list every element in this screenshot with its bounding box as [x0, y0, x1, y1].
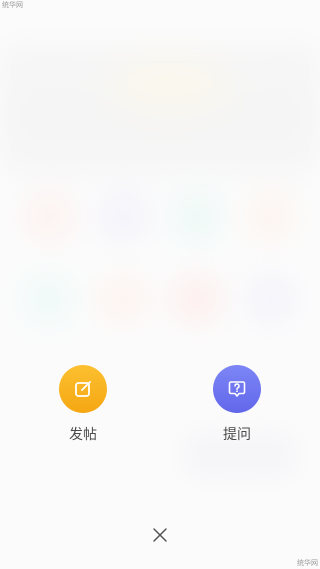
edit-icon [75, 381, 91, 397]
post-icon-circle[interactable] [59, 365, 107, 413]
publish-menu-screen: 统华网 统华网 发帖 提问 [0, 0, 320, 569]
ask-button[interactable]: 提问 [205, 365, 269, 444]
ask-icon-circle[interactable] [213, 365, 261, 413]
close-button[interactable] [148, 523, 172, 547]
watermark-bottom: 统华网 [297, 559, 318, 567]
post-button[interactable]: 发帖 [51, 365, 115, 444]
post-label: 发帖 [69, 427, 97, 443]
watermark-top: 统华网 [2, 1, 23, 9]
close-icon [153, 528, 167, 542]
frosted-overlay [0, 0, 320, 569]
ask-label: 提问 [223, 427, 251, 443]
question-bubble-icon [228, 381, 246, 397]
